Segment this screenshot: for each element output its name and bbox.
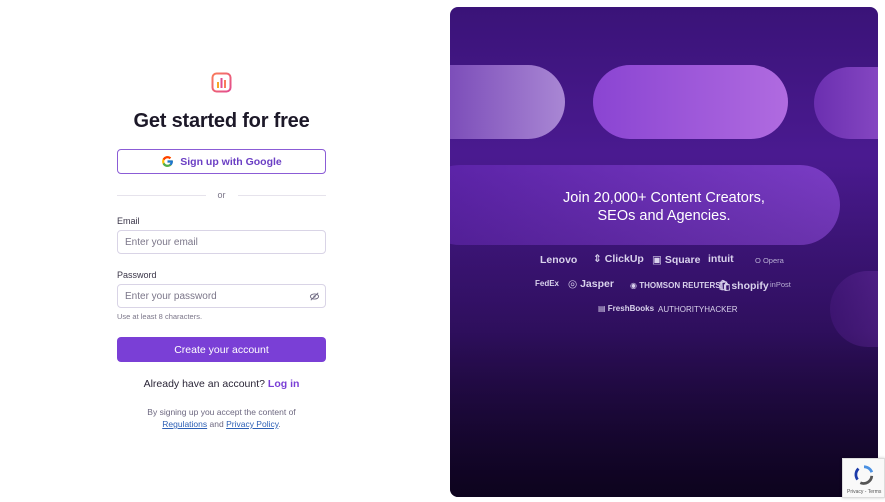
or-text: or: [217, 190, 226, 200]
freshbooks-text: FreshBooks: [607, 304, 655, 313]
email-field[interactable]: [117, 230, 326, 254]
brand-logo-square: ▣ Square: [652, 254, 700, 266]
opera-mark-icon: O: [755, 256, 761, 265]
freshbooks-mark-icon: ▤: [598, 304, 606, 313]
clickup-mark-icon: ⇕: [593, 253, 602, 265]
jasper-mark-icon: ◎: [568, 278, 578, 290]
divider-line: [237, 194, 327, 196]
brand-logo-intuit: intuit: [708, 253, 734, 265]
terms-and: and: [209, 419, 224, 429]
eye-off-icon[interactable]: [309, 291, 320, 302]
brand-logo-jasper: ◎ Jasper: [568, 278, 614, 290]
or-divider: or: [117, 189, 327, 201]
recaptcha-badge[interactable]: Privacy - Terms: [842, 458, 885, 498]
jasper-text: Jasper: [580, 278, 614, 290]
promo-headline-line1: Join 20,000+ Content Creators,: [563, 190, 765, 206]
page-title: Get started for free: [133, 110, 310, 132]
brand-logo-shopify: 🛍shopify: [718, 279, 769, 292]
brand-logo-freshbooks: ▤ FreshBooks: [598, 304, 654, 313]
opera-text: Opera: [762, 256, 784, 265]
login-link[interactable]: Log in: [268, 378, 300, 390]
regulations-link[interactable]: Regulations: [162, 419, 207, 429]
thomson-mark-icon: ◉: [630, 281, 637, 290]
brand-logo-inpost: inPost: [770, 280, 791, 289]
decor-pill: [593, 65, 788, 139]
square-mark-icon: ▣: [652, 254, 662, 266]
google-signup-label: Sign up with Google: [180, 155, 282, 168]
recaptcha-links[interactable]: Privacy - Terms: [847, 489, 881, 495]
promo-headline-line2: SEOs and Agencies.: [597, 208, 731, 224]
decor-pill: [450, 65, 565, 139]
signup-panel: Get started for free Sign up with Google…: [0, 0, 443, 502]
recaptcha-icon: [854, 465, 874, 485]
terms-text: By signing up you accept the content of …: [0, 406, 443, 430]
login-prompt: Already have an account? Log in: [0, 378, 443, 390]
password-label: Password: [117, 270, 157, 280]
divider-line: [117, 194, 206, 196]
square-text: Square: [664, 254, 701, 266]
email-label: Email: [117, 216, 140, 226]
decor-pill: [814, 67, 878, 139]
google-icon: [162, 156, 174, 167]
promo-panel: Join 20,000+ Content Creators, SEOs and …: [450, 7, 878, 497]
brand-logo-thomson-reuters: ◉ THOMSON REUTERS: [630, 281, 721, 290]
brand-logo-lenovo: Lenovo: [540, 254, 578, 266]
brand-logo-authorityhacker: AUTHORITYHACKER: [658, 305, 738, 314]
thomson-text: THOMSON REUTERS: [639, 281, 721, 290]
google-signup-button[interactable]: Sign up with Google: [117, 149, 326, 174]
clickup-text: ClickUp: [604, 253, 644, 265]
shopify-text: shopify: [731, 280, 769, 292]
create-account-button[interactable]: Create your account: [117, 337, 326, 362]
brand-logo-clickup: ⇕ ClickUp: [593, 253, 644, 265]
promo-headline: Join 20,000+ Content Creators, SEOs and …: [450, 189, 878, 225]
password-field[interactable]: [117, 284, 326, 308]
have-account-text: Already have an account?: [143, 378, 265, 390]
brand-logo-opera: O Opera: [755, 256, 784, 265]
brand-logo-fedex: FedEx: [535, 279, 560, 288]
password-hint: Use at least 8 characters.: [117, 312, 203, 321]
shopify-mark-icon: 🛍: [718, 280, 732, 292]
logo-icon: [211, 72, 232, 93]
terms-prefix: By signing up you accept the content of: [147, 407, 296, 417]
terms-end: .: [278, 419, 281, 429]
privacy-policy-link[interactable]: Privacy Policy: [226, 419, 278, 429]
